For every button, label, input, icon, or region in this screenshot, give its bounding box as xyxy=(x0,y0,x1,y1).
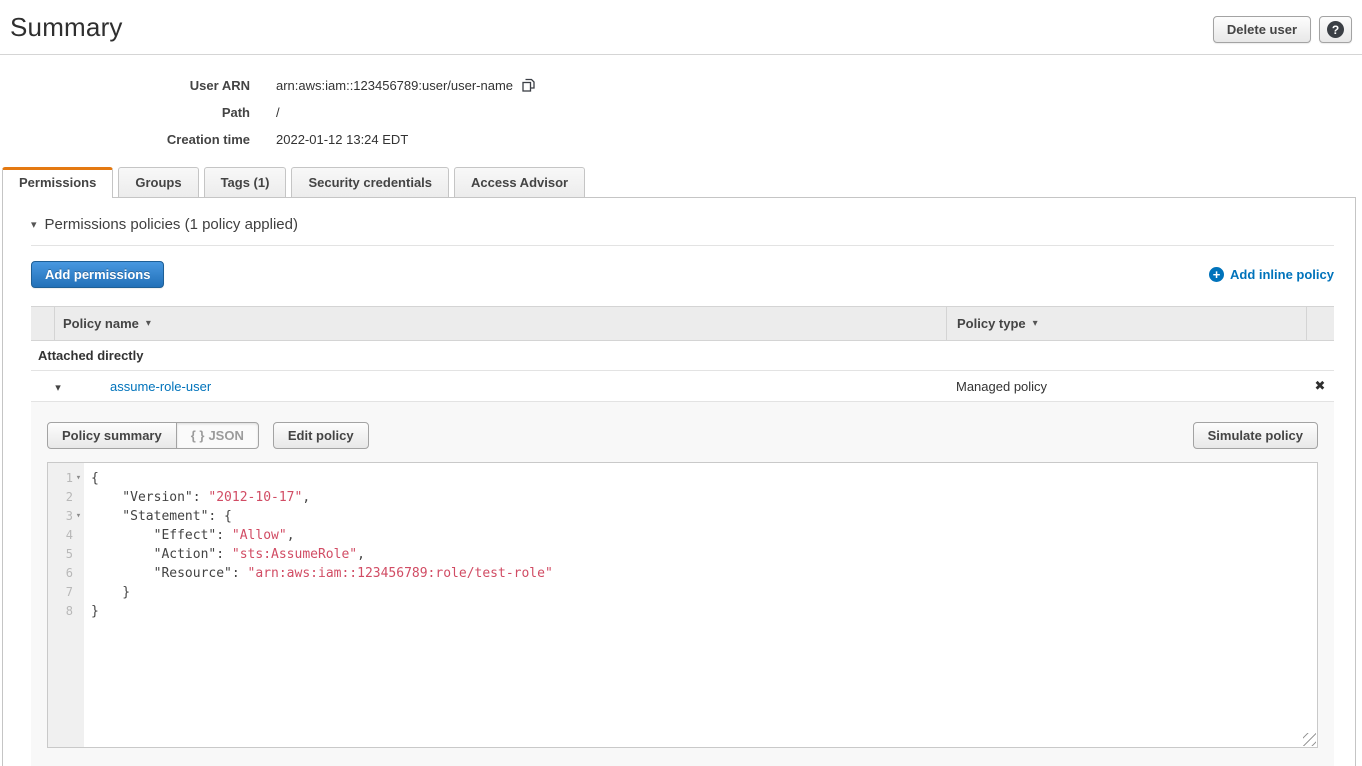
page-title: Summary xyxy=(10,12,123,43)
policy-table: Policy name ▾ Policy type ▾ Attached dir… xyxy=(31,306,1334,766)
tab-tags[interactable]: Tags (1) xyxy=(204,167,287,197)
page-header: Summary Delete user ? xyxy=(0,0,1362,43)
sort-caret-icon: ▾ xyxy=(146,318,151,329)
detach-policy-icon[interactable]: ✖ xyxy=(1315,378,1326,393)
code-line: 8 } xyxy=(48,602,1317,621)
user-arn-value: arn:aws:iam::123456789:user/user-name xyxy=(276,78,513,93)
header-actions: Delete user ? xyxy=(1213,16,1352,43)
editor-resize-handle[interactable] xyxy=(1303,733,1316,746)
code-line: 4 "Effect": "Allow", xyxy=(48,526,1317,545)
policy-type-column-header[interactable]: Policy type ▾ xyxy=(946,307,1306,340)
policy-summary-button[interactable]: Policy summary xyxy=(47,422,177,449)
actions-column-header xyxy=(1306,307,1334,340)
fold-icon[interactable]: ▾ xyxy=(73,507,84,526)
detail-row-user-arn: User ARN arn:aws:iam::123456789:user/use… xyxy=(0,71,1362,99)
expander-column-header xyxy=(31,307,55,340)
code-line: 6 "Resource": "arn:aws:iam::123456789:ro… xyxy=(48,564,1317,583)
detail-row-path: Path / xyxy=(0,99,1362,126)
plus-circle-icon: + xyxy=(1209,267,1224,282)
collapse-caret-icon[interactable]: ▾ xyxy=(31,218,37,231)
creation-time-value: 2022-01-12 13:24 EDT xyxy=(276,132,408,147)
attached-directly-group-row: Attached directly xyxy=(31,341,1334,371)
permissions-panel: ▾ Permissions policies (1 policy applied… xyxy=(2,197,1356,766)
policy-detail-expanded: Policy summary { }JSON Edit policy Simul… xyxy=(31,402,1334,766)
code-line: 5 "Action": "sts:AssumeRole", xyxy=(48,545,1317,564)
help-icon: ? xyxy=(1327,21,1344,38)
help-button[interactable]: ? xyxy=(1319,16,1352,43)
row-expander-icon[interactable]: ▾ xyxy=(55,382,61,394)
simulate-policy-button[interactable]: Simulate policy xyxy=(1193,422,1318,449)
braces-icon: { } xyxy=(191,428,205,443)
code-line: 2 "Version": "2012-10-17", xyxy=(48,488,1317,507)
add-inline-policy-link[interactable]: + Add inline policy xyxy=(1209,267,1334,282)
add-permissions-button[interactable]: Add permissions xyxy=(31,261,164,288)
user-details: User ARN arn:aws:iam::123456789:user/use… xyxy=(0,71,1362,153)
delete-user-button[interactable]: Delete user xyxy=(1213,16,1311,43)
detail-label: Creation time xyxy=(0,132,250,147)
policy-detail-toolbar: Policy summary { }JSON Edit policy Simul… xyxy=(47,422,1318,449)
path-value: / xyxy=(276,105,280,120)
policy-row: ▾ assume-role-user Managed policy ✖ xyxy=(31,371,1334,402)
section-divider xyxy=(31,245,1334,246)
section-title-text: Permissions policies (1 policy applied) xyxy=(45,216,298,233)
json-view-button[interactable]: { }JSON xyxy=(176,422,259,449)
tab-bar: Permissions Groups Tags (1) Security cre… xyxy=(2,167,1362,197)
detail-label: User ARN xyxy=(0,78,250,93)
policy-name-link[interactable]: assume-role-user xyxy=(110,379,211,394)
header-divider xyxy=(0,54,1362,55)
policy-actions-row: Add permissions + Add inline policy xyxy=(31,261,1334,288)
fold-icon[interactable]: ▾ xyxy=(73,469,84,488)
policy-table-header: Policy name ▾ Policy type ▾ xyxy=(31,307,1334,341)
code-line: 3▾ "Statement": { xyxy=(48,507,1317,526)
policy-type-cell: Managed policy xyxy=(946,379,1306,394)
code-line: 1▾ { xyxy=(48,469,1317,488)
tab-permissions[interactable]: Permissions xyxy=(2,167,113,198)
edit-policy-button[interactable]: Edit policy xyxy=(273,422,369,449)
sort-caret-icon: ▾ xyxy=(1033,318,1038,329)
tab-groups[interactable]: Groups xyxy=(118,167,198,197)
tab-access-advisor[interactable]: Access Advisor xyxy=(454,167,585,197)
copy-icon[interactable] xyxy=(521,77,537,93)
permissions-policies-section-header: ▾ Permissions policies (1 policy applied… xyxy=(31,216,1334,233)
detail-row-creation-time: Creation time 2022-01-12 13:24 EDT xyxy=(0,126,1362,153)
tab-security-credentials[interactable]: Security credentials xyxy=(291,167,449,197)
policy-name-column-header[interactable]: Policy name ▾ xyxy=(55,307,946,340)
detail-label: Path xyxy=(0,105,250,120)
policy-json-editor[interactable]: 1▾ { 2 "Version": "2012-10-17", 3▾ "Stat… xyxy=(47,462,1318,748)
code-line: 7 } xyxy=(48,583,1317,602)
